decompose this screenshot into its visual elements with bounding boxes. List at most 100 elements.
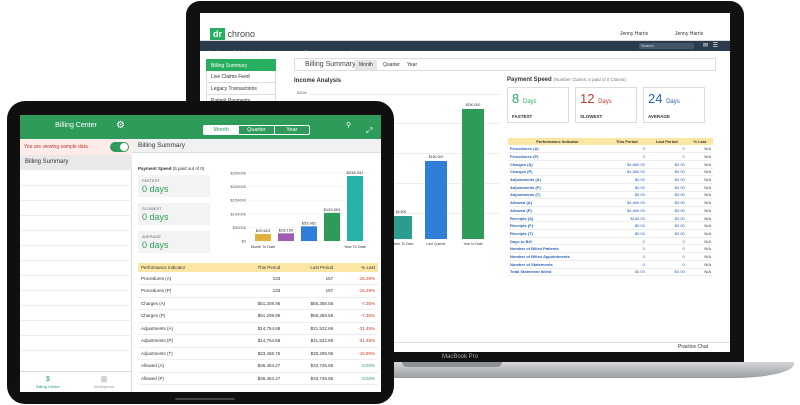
mail-icon[interactable]: ✉ — [703, 42, 708, 49]
table-row: Charges (A) $4,860.00 $0.00 N/A — [508, 160, 713, 169]
expand-icon[interactable]: ⤢ — [366, 127, 372, 135]
tab-year[interactable]: Year — [275, 126, 309, 134]
y-tick-label: $150000 — [230, 198, 246, 203]
table-cell[interactable]: Receipts (A) — [508, 214, 607, 223]
table-cell[interactable]: Procedures (A) — [508, 145, 607, 154]
table-cell[interactable]: Receipts (T) — [508, 229, 607, 238]
card-value: 0 days — [142, 240, 169, 250]
table-cell[interactable]: Total Statement billed — [508, 268, 607, 277]
table-row: Procedures (P) 133 157 -15.29% — [138, 284, 378, 298]
col-header: Last Period — [283, 263, 337, 272]
filter-icon[interactable]: ⚲ — [346, 121, 351, 129]
divider — [20, 320, 132, 321]
divider — [20, 245, 132, 246]
nav-billing[interactable]: Billing — [297, 48, 317, 57]
table-cell: 0 — [606, 260, 647, 269]
table-cell[interactable]: Charges (P) — [508, 168, 607, 177]
sidebar-item-live-claims[interactable]: Live Claims Feed — [206, 71, 276, 83]
table-row: Days to Bill 0 0 N/A — [508, 237, 713, 246]
nav-account[interactable]: Account — [317, 48, 341, 57]
nav-patients[interactable]: Patients — [249, 48, 273, 57]
table-cell: 0 — [606, 252, 647, 261]
logo[interactable]: dr chrono — [210, 28, 255, 40]
card-value: 0 days — [142, 184, 169, 194]
table-cell[interactable]: Receipts (P) — [508, 221, 607, 231]
sidebar-item-billing-summary[interactable]: Billing Summary — [20, 155, 132, 170]
table-row: Allowed (P) $36,454.27 $33,745.85 8.03% — [138, 372, 378, 385]
table-cell: Charges (A) — [138, 297, 231, 310]
table-row: Number of Statements 0 0 N/A — [508, 260, 713, 269]
table-cell: $55,358.55 — [283, 297, 337, 310]
tab-year[interactable]: Year — [403, 60, 421, 70]
table-cell[interactable]: Number of Statements — [508, 260, 607, 269]
col-header: Performance Indicator — [508, 138, 607, 145]
table-cell: N/A — [686, 206, 713, 215]
table-cell: Adjustments (P) — [138, 334, 231, 348]
user-name[interactable]: Jenny Harris — [675, 31, 703, 37]
table-cell[interactable]: Adjustments (A) — [508, 175, 607, 184]
table-cell: Allowed (A) — [138, 359, 231, 373]
table-cell: 8.03% — [336, 372, 378, 385]
ipad-page-header: Billing Summary — [132, 139, 381, 153]
x-axis-label: Month To Date — [251, 245, 276, 249]
table-cell: N/A — [686, 268, 713, 277]
sidebar-item-legacy[interactable]: Legacy Transactions — [206, 83, 276, 95]
macbook-label: MacBook Pro — [441, 354, 478, 360]
tab-intelligence[interactable]: ▥ Intelligence — [84, 376, 124, 389]
table-cell[interactable]: Adjustments (T) — [508, 191, 607, 200]
table-cell: 0 — [646, 252, 687, 261]
tab-month[interactable]: Month — [204, 126, 240, 134]
table-cell: $0.00 — [646, 168, 687, 177]
table-cell: 0 — [646, 244, 687, 254]
table-row: Charges (P) $4,860.00 $0.00 N/A — [508, 168, 713, 177]
app-header: dr chrono Jenny Harris Jenny Harris — [200, 13, 730, 41]
table-cell[interactable]: Procedures (P) — [508, 152, 607, 161]
table-cell: $0.00 — [606, 183, 647, 192]
menu-icon[interactable]: ☰ — [713, 42, 718, 49]
table-cell: N/A — [686, 175, 713, 184]
table-cell[interactable]: Adjustments (P) — [508, 183, 607, 192]
nav-schedule[interactable]: Schedule — [200, 48, 227, 57]
nav-clinical[interactable]: Clinical — [227, 48, 250, 57]
table-cell: N/A — [686, 221, 713, 231]
table-cell[interactable]: Allowed (A) — [508, 198, 607, 207]
table-cell: $14,754.68 — [230, 334, 284, 348]
card-label: FASTEST — [142, 178, 160, 183]
table-cell[interactable]: Allowed (P) — [508, 206, 607, 215]
chart-bar — [278, 233, 294, 241]
table-cell[interactable]: Charges (A) — [508, 160, 607, 169]
tab-quarter[interactable]: Quarter — [239, 126, 275, 134]
nav-reports[interactable]: Reports — [274, 48, 298, 57]
divider — [20, 335, 132, 336]
table-cell: 0 — [606, 237, 647, 246]
chart-bar — [347, 176, 363, 241]
chart-bar — [324, 212, 340, 241]
y-tick-label: $100000 — [230, 211, 246, 216]
table-cell: $23,458.75 — [230, 347, 284, 360]
nav-help[interactable]: Help — [342, 48, 359, 57]
col-header: % Last — [336, 263, 378, 272]
chart-bar — [255, 234, 271, 241]
table-cell[interactable]: Days to Bill — [508, 237, 607, 246]
divider — [20, 200, 132, 201]
gear-icon[interactable]: ⚙ — [116, 121, 125, 131]
table-cell: 0 — [646, 237, 687, 246]
sidebar-item-billing-summary[interactable]: Billing Summary — [206, 59, 276, 71]
tab-billing-center[interactable]: $ Billing Center — [28, 376, 68, 389]
y-tick-label: $50000 — [233, 225, 247, 230]
table-cell: -10.80% — [336, 347, 378, 360]
tab-quarter[interactable]: Quarter — [379, 60, 404, 70]
table-cell: 8.03% — [336, 359, 378, 373]
table-cell: $4,860.00 — [606, 206, 647, 215]
tab-month[interactable]: Month — [355, 60, 377, 70]
table-cell: $0.00 — [646, 198, 687, 207]
table-cell[interactable]: Number of Billed Patients — [508, 244, 607, 254]
user-menu[interactable]: Jenny Harris — [620, 31, 648, 37]
table-cell[interactable]: Number of Billed Appointments — [508, 252, 607, 261]
sample-data-toggle[interactable] — [110, 142, 129, 152]
dollar-icon: $ — [46, 376, 50, 383]
table-cell: -7.35% — [336, 297, 378, 310]
practice-chat-button[interactable]: Practice Chat — [678, 344, 708, 350]
payment-speed-title: Payment Speed (5 paid out of 0) — [138, 166, 205, 171]
search-input[interactable]: Search — [639, 43, 694, 49]
